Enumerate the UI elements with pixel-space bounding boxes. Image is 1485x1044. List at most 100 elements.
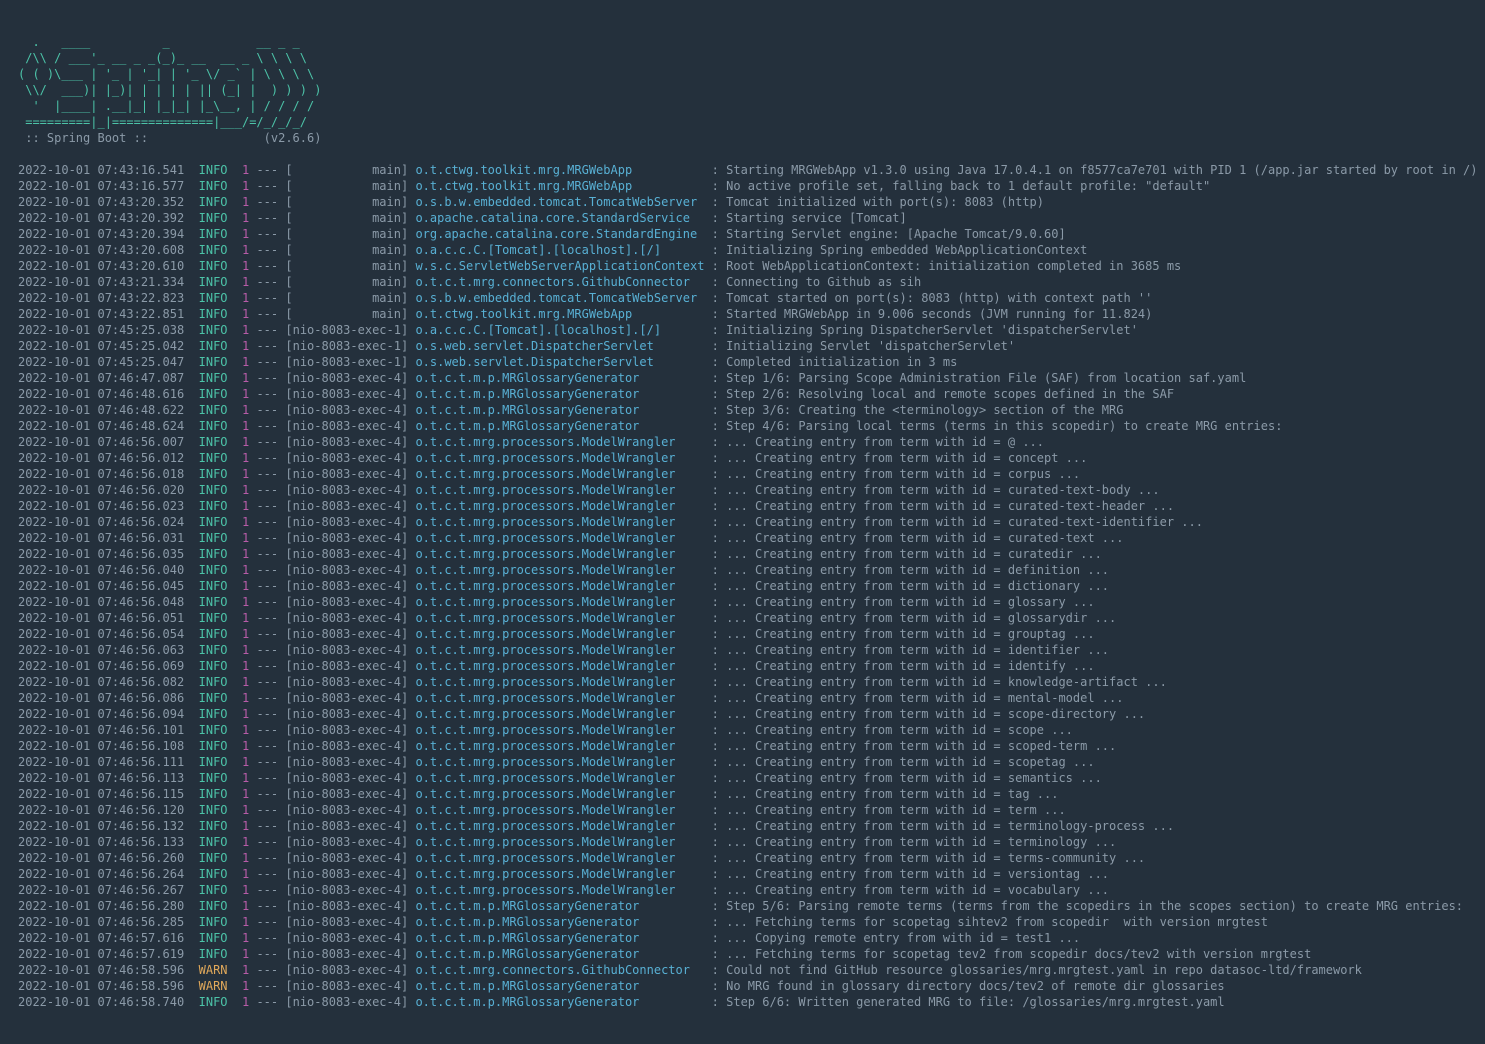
log-level: INFO: [199, 659, 235, 673]
log-message: ... Creating entry from term with id = t…: [726, 819, 1174, 833]
log-line: 2022-10-01 07:46:57.616 INFO 1 --- [nio-…: [18, 930, 1467, 946]
log-logger: o.t.ctwg.toolkit.mrg.MRGWebApp: [415, 179, 704, 193]
log-timestamp: 2022-10-01 07:43:20.352: [18, 195, 184, 209]
log-line: 2022-10-01 07:46:56.035 INFO 1 --- [nio-…: [18, 546, 1467, 562]
log-level: WARN: [199, 963, 235, 977]
log-logger: o.t.c.t.m.p.MRGlossaryGenerator: [415, 419, 704, 433]
log-dash: ---: [256, 755, 278, 769]
log-colon: :: [712, 563, 719, 577]
log-logger: o.t.c.t.m.p.MRGlossaryGenerator: [415, 899, 704, 913]
log-timestamp: 2022-10-01 07:46:56.018: [18, 467, 184, 481]
log-level: INFO: [199, 883, 235, 897]
log-thread: [nio-8083-exec-4]: [285, 595, 408, 609]
log-logger: o.t.c.t.m.p.MRGlossaryGenerator: [415, 931, 704, 945]
log-pid: 1: [242, 227, 249, 241]
log-dash: ---: [256, 259, 278, 273]
log-thread: [nio-8083-exec-4]: [285, 931, 408, 945]
log-line: 2022-10-01 07:46:56.063 INFO 1 --- [nio-…: [18, 642, 1467, 658]
log-dash: ---: [256, 595, 278, 609]
log-logger: o.t.c.t.mrg.processors.ModelWrangler: [415, 451, 704, 465]
log-colon: :: [712, 931, 719, 945]
log-message: ... Creating entry from term with id = k…: [726, 675, 1167, 689]
log-timestamp: 2022-10-01 07:46:56.007: [18, 435, 184, 449]
log-thread: [nio-8083-exec-4]: [285, 419, 408, 433]
log-level: INFO: [199, 227, 235, 241]
log-line: 2022-10-01 07:46:56.260 INFO 1 --- [nio-…: [18, 850, 1467, 866]
log-level: INFO: [199, 195, 235, 209]
log-pid: 1: [242, 419, 249, 433]
log-colon: :: [712, 451, 719, 465]
log-dash: ---: [256, 611, 278, 625]
log-pid: 1: [242, 179, 249, 193]
log-line: 2022-10-01 07:46:56.115 INFO 1 --- [nio-…: [18, 786, 1467, 802]
log-logger: o.t.c.t.mrg.processors.ModelWrangler: [415, 803, 704, 817]
log-pid: 1: [242, 931, 249, 945]
log-pid: 1: [242, 755, 249, 769]
log-colon: :: [712, 995, 719, 1009]
log-colon: :: [712, 979, 719, 993]
log-logger: o.t.c.t.mrg.processors.ModelWrangler: [415, 643, 704, 657]
log-thread: [nio-8083-exec-4]: [285, 915, 408, 929]
log-logger: org.apache.catalina.core.StandardEngine: [415, 227, 704, 241]
log-timestamp: 2022-10-01 07:46:48.622: [18, 403, 184, 417]
log-thread: [nio-8083-exec-4]: [285, 995, 408, 1009]
log-colon: :: [712, 851, 719, 865]
log-timestamp: 2022-10-01 07:46:47.087: [18, 371, 184, 385]
log-logger: o.t.c.t.m.p.MRGlossaryGenerator: [415, 979, 704, 993]
log-line: 2022-10-01 07:46:56.020 INFO 1 --- [nio-…: [18, 482, 1467, 498]
log-colon: :: [712, 675, 719, 689]
log-message: ... Creating entry from term with id = c…: [726, 499, 1174, 513]
log-colon: :: [712, 483, 719, 497]
log-timestamp: 2022-10-01 07:46:48.616: [18, 387, 184, 401]
log-timestamp: 2022-10-01 07:46:56.069: [18, 659, 184, 673]
log-timestamp: 2022-10-01 07:46:56.020: [18, 483, 184, 497]
log-line: 2022-10-01 07:46:56.018 INFO 1 --- [nio-…: [18, 466, 1467, 482]
log-message: Tomcat started on port(s): 8083 (http) w…: [726, 291, 1152, 305]
log-colon: :: [712, 867, 719, 881]
log-colon: :: [712, 419, 719, 433]
log-logger: o.t.c.t.mrg.processors.ModelWrangler: [415, 755, 704, 769]
log-message: ... Creating entry from term with id = c…: [726, 531, 1123, 545]
log-timestamp: 2022-10-01 07:46:56.113: [18, 771, 184, 785]
log-logger: o.t.c.t.mrg.processors.ModelWrangler: [415, 515, 704, 529]
log-level: INFO: [199, 339, 235, 353]
log-colon: :: [712, 787, 719, 801]
log-level: INFO: [199, 675, 235, 689]
log-pid: 1: [242, 659, 249, 673]
log-colon: :: [712, 963, 719, 977]
log-logger: o.t.c.t.mrg.processors.ModelWrangler: [415, 883, 704, 897]
log-thread: [nio-8083-exec-1]: [285, 355, 408, 369]
log-logger: o.t.c.t.mrg.processors.ModelWrangler: [415, 787, 704, 801]
log-message: ... Creating entry from term with id = t…: [726, 803, 1066, 817]
log-colon: :: [712, 579, 719, 593]
log-dash: ---: [256, 339, 278, 353]
log-dash: ---: [256, 227, 278, 241]
log-pid: 1: [242, 787, 249, 801]
log-dash: ---: [256, 787, 278, 801]
log-timestamp: 2022-10-01 07:46:56.132: [18, 819, 184, 833]
log-thread: [nio-8083-exec-4]: [285, 387, 408, 401]
log-level: INFO: [199, 515, 235, 529]
log-thread: [nio-8083-exec-4]: [285, 867, 408, 881]
log-pid: 1: [242, 819, 249, 833]
log-dash: ---: [256, 435, 278, 449]
log-level: INFO: [199, 451, 235, 465]
log-thread: [nio-8083-exec-4]: [285, 899, 408, 913]
log-level: INFO: [199, 467, 235, 481]
log-pid: 1: [242, 627, 249, 641]
log-level: INFO: [199, 995, 235, 1009]
log-message: ... Creating entry from term with id = c…: [726, 451, 1087, 465]
log-logger: o.t.c.t.mrg.processors.ModelWrangler: [415, 851, 704, 865]
log-thread: [nio-8083-exec-4]: [285, 691, 408, 705]
log-line: 2022-10-01 07:46:48.616 INFO 1 --- [nio-…: [18, 386, 1467, 402]
log-pid: 1: [242, 611, 249, 625]
log-timestamp: 2022-10-01 07:46:56.267: [18, 883, 184, 897]
log-dash: ---: [256, 979, 278, 993]
log-pid: 1: [242, 883, 249, 897]
log-timestamp: 2022-10-01 07:43:20.392: [18, 211, 184, 225]
log-thread: [ main]: [285, 291, 408, 305]
log-pid: 1: [242, 835, 249, 849]
log-pid: 1: [242, 291, 249, 305]
log-dash: ---: [256, 579, 278, 593]
log-thread: [ main]: [285, 163, 408, 177]
